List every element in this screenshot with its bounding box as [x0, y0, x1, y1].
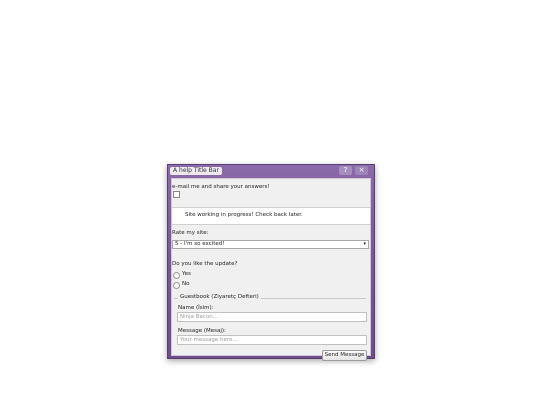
- dialog-window: A help Title Bar ? × e-mail me and share…: [167, 164, 375, 361]
- send-message-button[interactable]: Send Message: [322, 350, 367, 361]
- rating-select[interactable]: 5 - I'm so excited! ▾: [172, 240, 369, 249]
- message-input[interactable]: Your message here...: [177, 335, 367, 345]
- message-placeholder: Your message here...: [180, 337, 238, 343]
- rate-label: Rate my site:: [172, 230, 209, 236]
- name-placeholder: Ninja Bacon...: [180, 314, 219, 320]
- window-title: A help Title Bar: [170, 167, 222, 175]
- help-button[interactable]: ?: [339, 166, 352, 175]
- close-button[interactable]: ×: [355, 166, 368, 175]
- radio-no[interactable]: [173, 282, 180, 289]
- chevron-down-icon: ▾: [363, 241, 366, 247]
- notice-text: Site working in progress! Check back lat…: [185, 212, 303, 218]
- dialog-content: e-mail me and share your answers! Site w…: [171, 178, 371, 361]
- email-checkbox[interactable]: [173, 191, 180, 198]
- title-bar[interactable]: A help Title Bar ? ×: [168, 165, 374, 178]
- radio-yes-label: Yes: [182, 271, 191, 277]
- rating-selected-value: 5 - I'm so excited!: [175, 241, 225, 247]
- update-question: Do you like the update?: [172, 261, 238, 267]
- name-label: Name (İsim):: [178, 305, 214, 311]
- email-label: e-mail me and share your answers!: [172, 184, 270, 190]
- message-label: Message (Mesaj):: [178, 328, 226, 334]
- radio-yes[interactable]: [173, 272, 180, 279]
- guestbook-legend: Guestbook (Ziyaretç Defteri): [178, 294, 261, 301]
- radio-no-label: No: [182, 281, 190, 287]
- notice-box: Site working in progress! Check back lat…: [172, 207, 370, 225]
- name-input[interactable]: Ninja Bacon...: [177, 312, 367, 322]
